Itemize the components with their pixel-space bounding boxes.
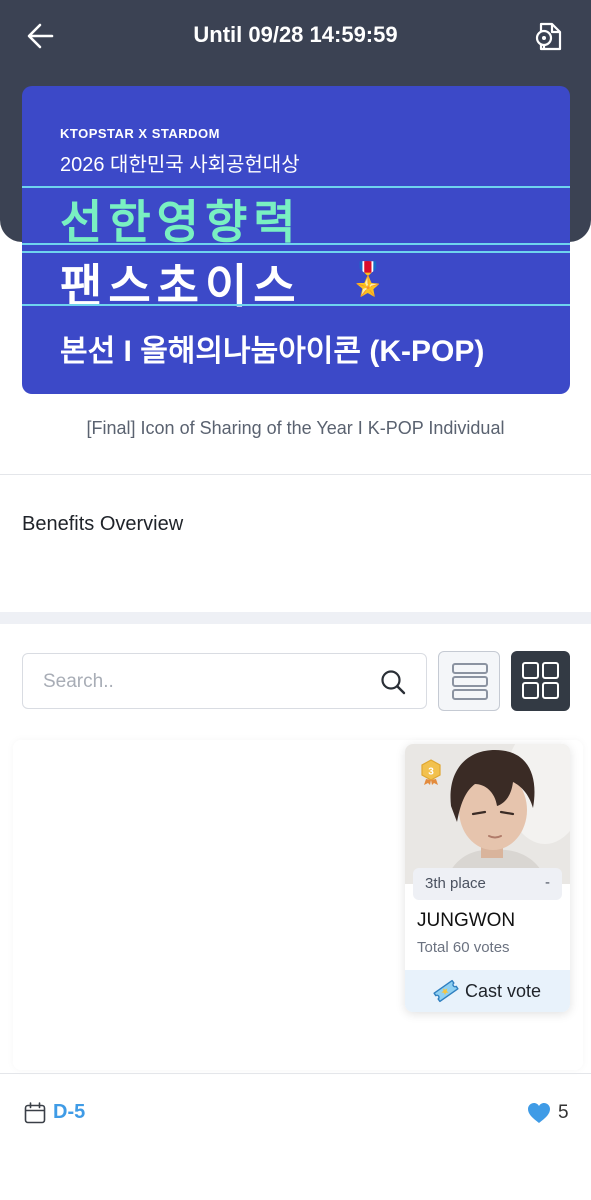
like-button[interactable]: 5 <box>527 1101 575 1127</box>
banner-tagline: 본선 I 올해의나눔아이콘 (K-POP) <box>60 335 485 368</box>
like-count: 5 <box>558 1102 569 1123</box>
rank-badge-icon: 3 <box>421 759 441 785</box>
banner-rule <box>22 304 570 306</box>
days-remaining: D-5 <box>53 1101 86 1123</box>
event-banner: KTOPSTAR X STARDOM 2026 대한민국 사회공헌대상 선한영향… <box>22 86 570 394</box>
banner-headline-2: 팬스초이스 <box>60 260 302 312</box>
banner-rule <box>22 243 570 245</box>
share-document-icon <box>535 22 562 51</box>
banner-subtitle: 2026 대한민국 사회공헌대상 <box>60 154 300 176</box>
banner-brand: KTOPSTAR X STARDOM <box>60 126 220 141</box>
page-title: Until 09/28 14:59:59 <box>193 22 398 47</box>
rank-change: - <box>545 874 550 891</box>
search-box <box>22 653 427 709</box>
ticket-icon <box>433 979 459 1003</box>
list-view-icon <box>452 663 488 700</box>
placement-label: 3th place <box>425 875 486 892</box>
grid-view-icon <box>522 662 559 699</box>
candidate-name: JUNGWON <box>417 910 516 931</box>
benefits-overview-heading[interactable]: Benefits Overview <box>22 513 183 536</box>
candidate-card[interactable]: 3 3th place - JUNGWON Total 60 votes Cas… <box>405 744 570 1012</box>
cast-vote-button[interactable]: Cast vote <box>405 970 570 1012</box>
list-view-button[interactable] <box>438 651 500 711</box>
medal-icon: 🎖️ <box>348 261 388 297</box>
placement-bar: 3th place - <box>413 868 562 900</box>
vote-total: Total 60 votes <box>417 939 510 956</box>
rank-badge-number: 3 <box>428 767 434 778</box>
top-nav-bar: Until 09/28 14:59:59 <box>0 0 591 72</box>
calendar-icon <box>24 1102 46 1124</box>
search-icon[interactable] <box>379 668 407 696</box>
grid-view-button[interactable] <box>511 651 570 711</box>
share-button[interactable] <box>528 18 568 56</box>
section-separator <box>0 612 591 624</box>
search-input[interactable] <box>43 668 363 696</box>
divider <box>0 1073 591 1074</box>
event-caption: [Final] Icon of Sharing of the Year I K-… <box>86 418 505 438</box>
divider <box>0 474 591 475</box>
heart-icon <box>528 1103 550 1123</box>
cast-vote-label: Cast vote <box>465 981 542 1001</box>
